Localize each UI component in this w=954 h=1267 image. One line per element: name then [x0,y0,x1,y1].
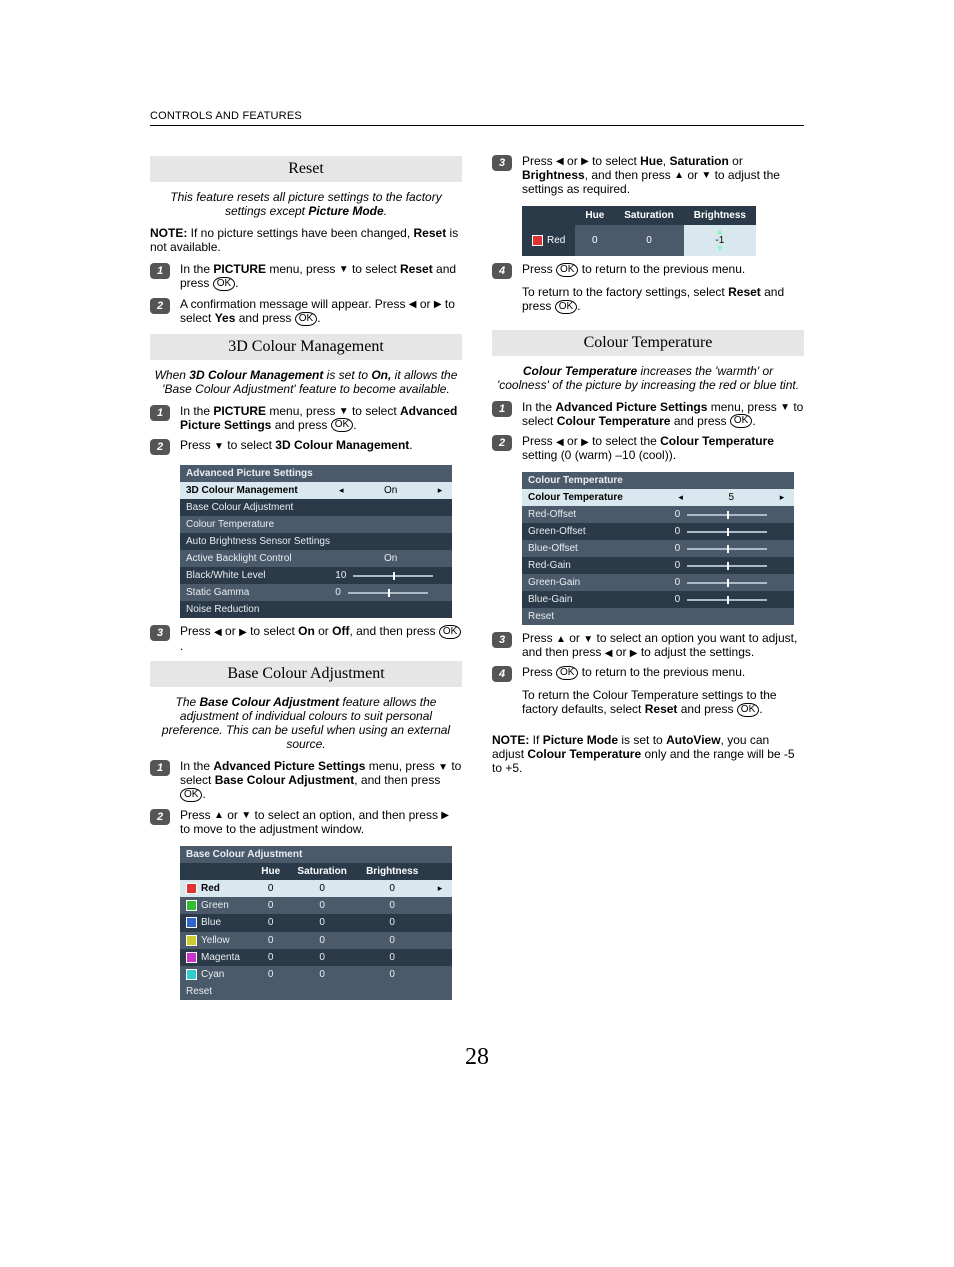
step-badge: 2 [150,298,170,314]
step-badge: 3 [492,632,512,648]
ok-icon: OK [213,277,235,291]
right-icon: ▶ [441,810,449,821]
down-icon: ▼ [438,762,448,773]
section-reset-title: Reset [150,156,462,182]
step-badge: 4 [492,666,512,682]
ok-icon: OK [180,788,202,802]
bca-step3: Press ◀ or ▶ to select Hue, Saturation o… [522,154,804,196]
ok-icon: OK [555,300,577,314]
left-icon: ◀ [556,156,564,167]
ok-icon: OK [331,418,353,432]
ok-icon: OK [295,312,317,326]
ok-icon: OK [556,666,578,680]
right-icon: ▶ [581,437,589,448]
ct-note: NOTE: If Picture Mode is set to AutoView… [492,733,804,775]
right-icon: ▶ [239,627,247,638]
step-badge: 3 [492,155,512,171]
ok-icon: OK [556,263,578,277]
left-icon: ◀ [556,437,564,448]
ok-icon: OK [737,703,759,717]
bca-intro: The Base Colour Adjustment feature allow… [154,695,458,751]
right-icon: ▶ [581,156,589,167]
bca-step4: Press OK to return to the previous menu.… [522,262,804,322]
page-header: CONTROLS AND FEATURES [150,110,804,126]
down-icon: ▼ [339,406,349,417]
down-icon: ▼ [780,402,790,413]
3d-step1: In the PICTURE menu, press ▼ to select A… [180,404,462,433]
ct-step1: In the Advanced Picture Settings menu, p… [522,400,804,429]
ok-icon: OK [439,625,461,639]
reset-step1: In the PICTURE menu, press ▼ to select R… [180,262,462,291]
step-badge: 3 [150,625,170,641]
ct-step2: Press ◀ or ▶ to select the Colour Temper… [522,434,804,462]
section-bca-title: Base Colour Adjustment [150,661,462,687]
osd-red-adjust: Hue Saturation Brightness Red 0 0 ▲-1▼ [522,206,756,256]
section-ct-title: Colour Temperature [492,330,804,356]
3d-intro: When 3D Colour Management is set to On, … [154,368,458,396]
osd-base-colour: Base Colour AdjustmentHueSaturationBrigh… [180,846,452,1000]
osd-colour-temp: Colour TemperatureColour Temperature◂5▸R… [522,472,794,625]
ok-icon: OK [730,414,752,428]
3d-step2: Press ▼ to select 3D Colour Management. [180,438,462,452]
down-icon: ▼ [214,441,224,452]
reset-step2: A confirmation message will appear. Pres… [180,297,462,326]
step-badge: 1 [150,405,170,421]
page-number: 28 [150,1044,804,1071]
down-icon: ▼ [583,634,593,645]
reset-note: NOTE: If no picture settings have been c… [150,226,462,254]
ct-step3: Press ▲ or ▼ to select an option you wan… [522,631,804,659]
section-3d-title: 3D Colour Management [150,334,462,360]
ct-step4: Press OK to return to the previous menu.… [522,665,804,725]
reset-intro: This feature resets all picture settings… [154,190,458,218]
3d-step3: Press ◀ or ▶ to select On or Off, and th… [180,624,462,653]
bca-step1: In the Advanced Picture Settings menu, p… [180,759,462,802]
down-icon: ▼ [241,810,251,821]
down-icon: ▼ [701,170,711,181]
down-icon: ▼ [339,264,349,275]
step-badge: 1 [492,401,512,417]
step-badge: 1 [150,760,170,776]
left-icon: ◀ [214,627,222,638]
step-badge: 2 [492,435,512,451]
step-badge: 4 [492,263,512,279]
step-badge: 2 [150,809,170,825]
up-icon: ▲ [674,170,684,181]
osd-advanced-picture: Advanced Picture Settings3D Colour Manag… [180,465,452,618]
up-icon: ▲ [214,810,224,821]
ct-intro: Colour Temperature increases the 'warmth… [496,364,800,392]
right-icon: ▶ [434,299,442,310]
up-icon: ▲ [556,634,566,645]
step-badge: 1 [150,263,170,279]
bca-step2: Press ▲ or ▼ to select an option, and th… [180,808,462,836]
step-badge: 2 [150,439,170,455]
